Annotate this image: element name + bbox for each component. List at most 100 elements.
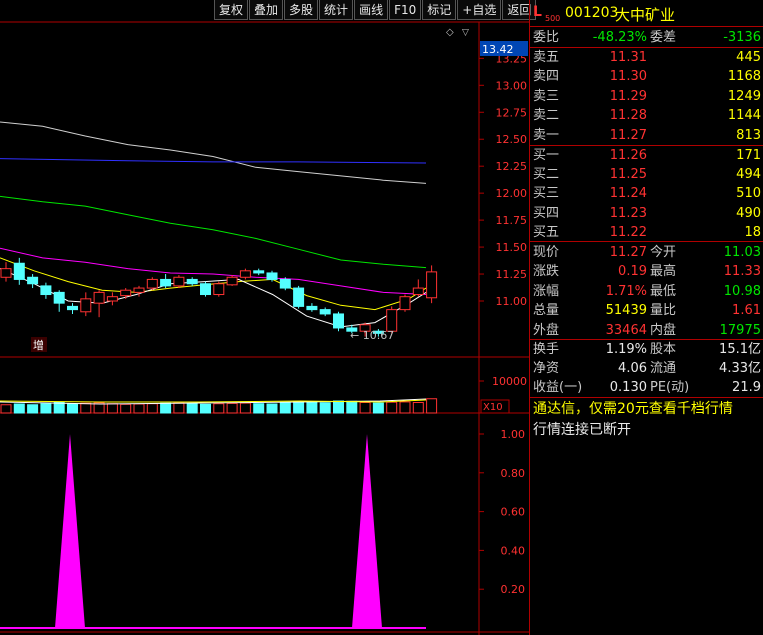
volume-bar [279, 402, 291, 414]
volume-bar [266, 403, 278, 414]
ask-level-label: 卖四 [533, 69, 560, 85]
ask-volume: 813 [736, 127, 761, 143]
bid-level-label: 买一 [533, 148, 560, 163]
candle-body [173, 276, 185, 287]
ask-level-label: 卖二 [533, 108, 560, 124]
fundamental-row: 收益(一) 0.130 PE(动) 21.9 [533, 378, 763, 397]
volume-bar [412, 402, 424, 414]
quote-value: 17975 [719, 322, 761, 338]
volume-bar [27, 404, 39, 414]
bid-price: 11.25 [609, 167, 647, 183]
promo-link[interactable]: 通达信，仅需20元查看千档行情 [533, 399, 733, 420]
toolbar-stats-button[interactable]: 统计 [319, 0, 354, 20]
quote-row: 外盘 33464 内盘 17975 [533, 321, 763, 340]
quote-label: 最低 [650, 283, 677, 299]
toolbar-mark-button[interactable]: 标记 [422, 0, 457, 20]
volume-bar [160, 402, 172, 414]
ask-price: 11.31 [609, 50, 647, 65]
bid-price: 11.26 [609, 148, 647, 163]
candle-body [399, 296, 411, 311]
bid-volume: 171 [736, 148, 761, 163]
volume-bar [239, 402, 251, 414]
toolbar-add-watchlist-button[interactable]: +自选 [457, 0, 502, 20]
volume-bar [200, 403, 211, 414]
quote-value: 33464 [605, 322, 647, 338]
quote-label: 涨跌 [533, 264, 560, 280]
stock-code: 001203 [565, 5, 619, 21]
ask-volume: 1168 [727, 69, 761, 85]
divider [529, 397, 763, 398]
quote-value: 1.61 [732, 303, 761, 319]
ask-row: 卖四 11.30 1168 [533, 67, 763, 86]
bid-row: 买五 11.22 18 [533, 223, 763, 242]
toolbar-multi-stock-button[interactable]: 多股 [284, 0, 319, 20]
fundamental-label: 收益(一) [533, 380, 583, 395]
bid-level-label: 买五 [533, 224, 560, 240]
bid-price: 11.24 [609, 186, 647, 202]
zeng-label: 增 [33, 338, 44, 352]
order-ratio-row: 委比 -48.23% 委差 -3136 [533, 28, 763, 47]
volume-bar [399, 401, 411, 414]
low-price-marker: ← 10.67 [350, 329, 394, 342]
diamond-icon: ◇ [446, 27, 454, 38]
ask-level-label: 卖三 [533, 88, 560, 104]
bid-row: 买一 11.26 171 [533, 146, 763, 165]
fundamental-value: 1.19% [605, 342, 647, 357]
toolbar-restore-rights-button[interactable]: 复权 [214, 0, 249, 20]
y-tick-label: 0.80 [501, 467, 526, 480]
candle-body [239, 270, 251, 278]
candle-body [27, 276, 39, 285]
volume-bar [67, 403, 78, 414]
y-tick-label: 11.25 [496, 268, 528, 281]
bid-volume: 510 [736, 186, 761, 202]
bid-row: 买二 11.25 494 [533, 165, 763, 184]
volume-bar [293, 401, 305, 414]
y-tick-label: 12.00 [496, 187, 528, 200]
toolbar-f10-button[interactable]: F10 [389, 0, 422, 20]
volume-bar [319, 402, 331, 414]
ask-price: 11.27 [609, 127, 647, 143]
volume-bar [186, 403, 198, 414]
candle-body [426, 271, 438, 299]
quote-row: 总量 51439 量比 1.61 [533, 301, 763, 320]
ask-row: 卖一 11.27 813 [533, 126, 763, 145]
quote-value: 1.71% [605, 283, 647, 299]
volume-bar [133, 403, 145, 414]
candle-body [293, 287, 305, 307]
quote-value: 11.33 [723, 264, 761, 280]
volume-bar [426, 398, 438, 414]
kline-chart-area[interactable]: 13.2513.0012.7512.5012.2512.0011.7511.50… [0, 0, 529, 635]
quote-value: 51439 [605, 303, 647, 319]
bid-volume: 18 [744, 224, 761, 240]
volume-bar [13, 403, 25, 414]
y-tick-label: 12.75 [496, 106, 528, 119]
toolbar-draw-line-button[interactable]: 画线 [354, 0, 389, 20]
candle-body [306, 305, 318, 311]
volume-bar [0, 404, 12, 414]
ask-row: 卖五 11.31 445 [533, 48, 763, 67]
bid-row: 买三 11.24 510 [533, 184, 763, 203]
y-tick-label: 11.75 [496, 214, 528, 227]
y-tick-label: 1.00 [501, 428, 526, 441]
ma60-line [0, 195, 427, 269]
candle-body [160, 278, 172, 287]
candle-body [146, 278, 158, 289]
volume-bar [120, 403, 132, 414]
candle-body [93, 291, 105, 304]
fundamental-value: 15.1亿 [719, 342, 761, 357]
volume-bar [386, 401, 398, 414]
y-tick-label: 13.00 [496, 79, 528, 92]
order-ratio-label: 委比 [533, 30, 560, 45]
level-badge: L [533, 4, 542, 20]
quote-label: 涨幅 [533, 283, 560, 299]
y-tick-label: 0.20 [501, 583, 526, 596]
fundamental-row: 换手 1.19% 股本 15.1亿 [533, 340, 763, 359]
bid-volume: 490 [736, 205, 761, 221]
fundamental-row: 净资 4.06 流通 4.33亿 [533, 359, 763, 378]
quote-value: 11.27 [609, 245, 647, 260]
quote-label: 内盘 [650, 322, 677, 338]
volume-bar [333, 400, 344, 414]
toolbar-overlay-button[interactable]: 叠加 [249, 0, 284, 20]
candle-body [200, 283, 211, 296]
candle-body [67, 305, 78, 311]
